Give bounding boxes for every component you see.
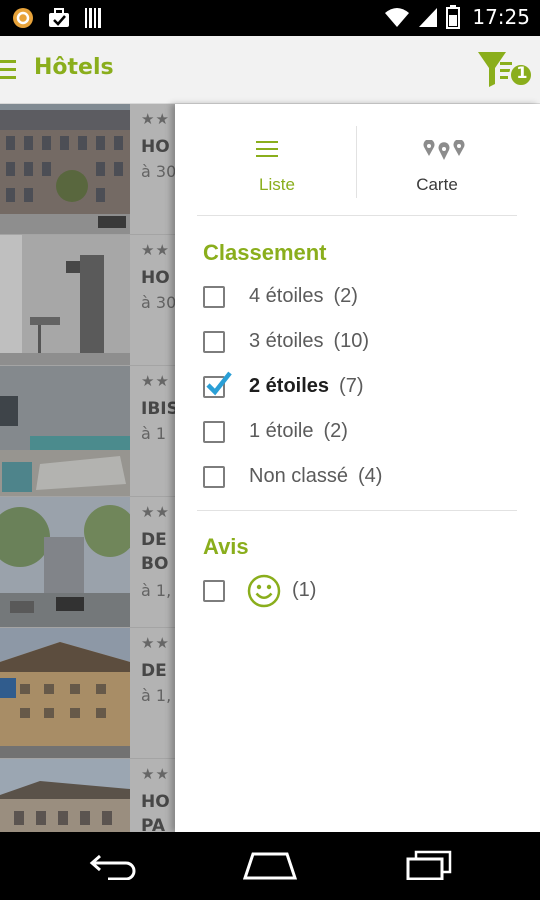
filter-option-non-classe[interactable]: Non classé (4): [203, 463, 523, 491]
option-count: (4): [357, 465, 383, 487]
filter-badge: 1: [516, 63, 528, 82]
divider: [197, 510, 517, 511]
filter-option-avis-positif[interactable]: (1): [203, 574, 523, 608]
checkbox[interactable]: [203, 421, 225, 443]
notification-icon: [13, 8, 33, 28]
filter-option-1-etoile[interactable]: 1 étoile (2): [203, 418, 523, 446]
menu-icon[interactable]: [0, 60, 18, 80]
filter-drawer: Liste Carte Classement 4 étoiles (2) 3 ét…: [175, 104, 540, 832]
option-label: 3 étoiles: [249, 330, 324, 352]
checkbox-checked[interactable]: [203, 371, 232, 398]
checkbox[interactable]: [203, 580, 225, 602]
option-count: (1): [292, 579, 317, 601]
avis-title: Avis: [203, 534, 249, 559]
option-count: (2): [333, 285, 358, 307]
battery-icon: [446, 5, 461, 29]
filter-button[interactable]: 1: [476, 48, 534, 92]
carte-label: Carte: [416, 175, 458, 194]
status-bar: 17:25: [0, 0, 540, 36]
recents-icon[interactable]: [404, 850, 454, 880]
wifi-icon: [385, 8, 410, 27]
app-bar: Hôtels 1: [0, 36, 540, 104]
option-label: Non classé: [249, 465, 348, 487]
list-icon: [256, 141, 278, 162]
filter-option-4-etoiles[interactable]: 4 étoiles (2): [203, 283, 523, 311]
liste-button[interactable]: Liste: [197, 104, 357, 216]
carte-button[interactable]: Carte: [357, 104, 517, 216]
option-label: 1 étoile: [249, 420, 314, 442]
map-pins-icon: [423, 140, 465, 160]
filter-option-3-etoiles[interactable]: 3 étoiles (10): [203, 328, 523, 356]
option-label: 2 étoiles: [249, 375, 330, 397]
option-count: (7): [339, 375, 364, 397]
hotel-list: ★★ HO à 30 ★★ HO à 30 ★★ IBIS à 1 ★★ DE …: [0, 104, 175, 832]
checkbox[interactable]: [203, 286, 225, 308]
liste-label: Liste: [259, 175, 295, 194]
filter-option-2-etoiles[interactable]: 2 étoiles (7): [203, 371, 523, 401]
view-toggle: Liste Carte: [197, 104, 517, 216]
signal-icon: [419, 8, 438, 27]
home-icon[interactable]: [243, 850, 297, 880]
checkbox[interactable]: [203, 331, 225, 353]
option-label: 4 étoiles: [249, 285, 324, 307]
option-count: (2): [323, 420, 348, 442]
back-icon[interactable]: [88, 850, 138, 880]
scrim[interactable]: [0, 104, 175, 832]
checkmark-icon: [206, 371, 232, 396]
smiley-icon: [247, 574, 281, 608]
option-count: (10): [333, 330, 370, 352]
navigation-bar: [0, 832, 540, 900]
checkbox[interactable]: [203, 466, 225, 488]
briefcase-icon: [49, 8, 69, 27]
barcode-icon: [85, 8, 101, 28]
status-time: 17:25: [472, 5, 530, 29]
classement-title: Classement: [203, 240, 327, 265]
page-title: Hôtels: [34, 55, 114, 80]
